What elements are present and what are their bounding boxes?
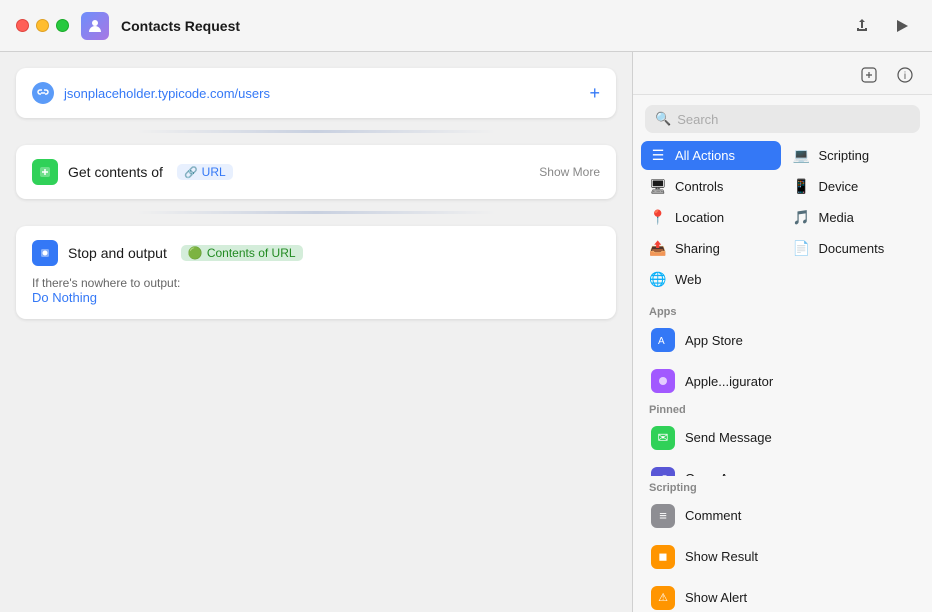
search-input[interactable]: Search bbox=[677, 112, 910, 127]
sidebar-item-documents[interactable]: 📄 Documents bbox=[785, 234, 925, 263]
main-content: jsonplaceholder.typicode.com/users + Get… bbox=[0, 52, 932, 612]
sidebar-item-scripting[interactable]: 💻 Scripting bbox=[785, 141, 925, 170]
list-item[interactable]: ⚠ Show Alert bbox=[641, 578, 924, 612]
search-icon: 🔍 bbox=[655, 111, 671, 127]
documents-icon: 📄 bbox=[793, 240, 811, 257]
close-button[interactable] bbox=[16, 19, 29, 32]
documents-label: Documents bbox=[819, 241, 885, 256]
categories-grid: ☰ All Actions 💻 Scripting 🖥 Controls 📱 D… bbox=[633, 141, 932, 300]
url-text: jsonplaceholder.typicode.com/users bbox=[64, 86, 579, 101]
add-url-button[interactable]: + bbox=[589, 83, 600, 104]
maximize-button[interactable] bbox=[56, 19, 69, 32]
scripting-list: ≡ Comment ◼ Show Result ⚠ Show Alert ? A… bbox=[633, 496, 932, 612]
show-result-label: Show Result bbox=[685, 549, 758, 564]
sidebar-item-all-actions[interactable]: ☰ All Actions bbox=[641, 141, 781, 170]
get-contents-label: Get contents of bbox=[68, 164, 163, 180]
scripting-label: Scripting bbox=[819, 148, 870, 163]
divider-1 bbox=[136, 130, 496, 133]
send-message-icon: ✉ bbox=[651, 426, 675, 450]
sidebar-item-web[interactable]: 🌐 Web bbox=[641, 265, 781, 294]
get-contents-header: Get contents of 🔗 URL Show More bbox=[32, 159, 600, 185]
stop-output-label: Stop and output bbox=[68, 245, 167, 261]
all-actions-icon: ☰ bbox=[649, 147, 667, 164]
svg-text:i: i bbox=[904, 71, 906, 82]
list-item[interactable]: Apple...igurator bbox=[641, 361, 924, 398]
scripting-section-label: Scripting bbox=[633, 476, 932, 496]
url-bar[interactable]: jsonplaceholder.typicode.com/users + bbox=[16, 68, 616, 118]
titlebar-actions bbox=[848, 12, 916, 40]
web-icon: 🌐 bbox=[649, 271, 667, 288]
sidebar-item-location[interactable]: 📍 Location bbox=[641, 203, 781, 232]
minimize-button[interactable] bbox=[36, 19, 49, 32]
sharing-label: Sharing bbox=[675, 241, 720, 256]
param-link-icon: 🔗 bbox=[184, 166, 198, 179]
device-label: Device bbox=[819, 179, 859, 194]
contents-badge[interactable]: 🟢 Contents of URL bbox=[181, 245, 303, 261]
divider-2 bbox=[136, 211, 496, 214]
scripting-icon: 💻 bbox=[793, 147, 811, 164]
location-label: Location bbox=[675, 210, 724, 225]
show-alert-icon: ⚠ bbox=[651, 586, 675, 610]
show-alert-label: Show Alert bbox=[685, 590, 747, 605]
traffic-lights bbox=[16, 19, 69, 32]
send-message-label: Send Message bbox=[685, 430, 772, 445]
configurator-label: Apple...igurator bbox=[685, 374, 773, 389]
configurator-icon bbox=[651, 369, 675, 393]
stop-subtext: If there's nowhere to output: Do Nothing bbox=[32, 276, 600, 305]
do-nothing-link[interactable]: Do Nothing bbox=[32, 290, 97, 305]
search-bar[interactable]: 🔍 Search bbox=[645, 105, 920, 133]
pinned-list: ✉ Send Message ↗ Open App ♪ Play Music bbox=[633, 418, 932, 476]
controls-label: Controls bbox=[675, 179, 723, 194]
share-button[interactable] bbox=[848, 12, 876, 40]
device-icon: 📱 bbox=[793, 178, 811, 195]
info-button[interactable]: i bbox=[892, 62, 918, 88]
link-icon bbox=[32, 82, 54, 104]
sidebar-item-controls[interactable]: 🖥 Controls bbox=[641, 172, 781, 201]
comment-label: Comment bbox=[685, 508, 741, 523]
sidebar-item-media[interactable]: 🎵 Media bbox=[785, 203, 925, 232]
titlebar: Contacts Request bbox=[0, 0, 932, 52]
sidebar-item-device[interactable]: 📱 Device bbox=[785, 172, 925, 201]
app-store-label: App Store bbox=[685, 333, 743, 348]
right-panel: i 🔍 Search ☰ All Actions 💻 Scripting bbox=[632, 52, 932, 612]
get-contents-card: Get contents of 🔗 URL Show More bbox=[16, 145, 616, 199]
panel-header: i bbox=[633, 52, 932, 95]
list-item[interactable]: A App Store bbox=[641, 320, 924, 360]
comment-icon: ≡ bbox=[651, 504, 675, 528]
list-item[interactable]: ↗ Open App bbox=[641, 459, 924, 476]
web-label: Web bbox=[675, 272, 702, 287]
right-panel-top: i 🔍 Search ☰ All Actions 💻 Scripting bbox=[633, 52, 932, 300]
list-item[interactable]: ◼ Show Result bbox=[641, 537, 924, 577]
left-panel: jsonplaceholder.typicode.com/users + Get… bbox=[0, 52, 632, 612]
stop-output-icon bbox=[32, 240, 58, 266]
apps-section-label: Apps bbox=[633, 300, 932, 320]
app-icon bbox=[81, 12, 109, 40]
play-button[interactable] bbox=[888, 12, 916, 40]
stop-output-header: Stop and output 🟢 Contents of URL bbox=[32, 240, 600, 266]
stop-output-card: Stop and output 🟢 Contents of URL If the… bbox=[16, 226, 616, 319]
list-item[interactable]: ≡ Comment bbox=[641, 496, 924, 536]
open-app-icon: ↗ bbox=[651, 467, 675, 476]
media-label: Media bbox=[819, 210, 854, 225]
pinned-section-label: Pinned bbox=[633, 398, 932, 418]
sidebar-item-sharing[interactable]: 📤 Sharing bbox=[641, 234, 781, 263]
url-param[interactable]: 🔗 URL bbox=[177, 164, 233, 180]
scrollable-panel: Apps A App Store Apple...igurator bbox=[633, 300, 932, 612]
get-contents-icon bbox=[32, 159, 58, 185]
media-icon: 🎵 bbox=[793, 209, 811, 226]
location-icon: 📍 bbox=[649, 209, 667, 226]
list-item[interactable]: ✉ Send Message bbox=[641, 418, 924, 458]
show-result-icon: ◼ bbox=[651, 545, 675, 569]
show-more-button[interactable]: Show More bbox=[539, 165, 600, 179]
all-actions-label: All Actions bbox=[675, 148, 735, 163]
window-title: Contacts Request bbox=[121, 18, 836, 34]
sharing-icon: 📤 bbox=[649, 240, 667, 257]
svg-text:A: A bbox=[658, 336, 665, 347]
apps-list: A App Store Apple...igurator Books bbox=[633, 320, 932, 398]
badge-icon: 🟢 bbox=[188, 246, 203, 260]
app-store-icon: A bbox=[651, 328, 675, 352]
controls-icon: 🖥 bbox=[649, 178, 667, 195]
add-action-button[interactable] bbox=[856, 62, 882, 88]
